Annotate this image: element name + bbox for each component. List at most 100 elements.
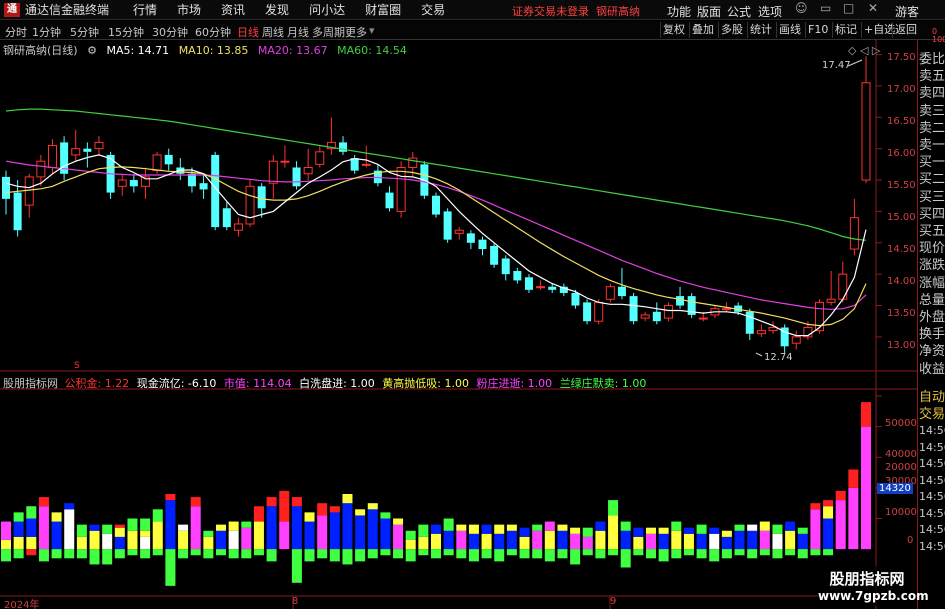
side-item[interactable]: 14:56 bbox=[919, 457, 945, 470]
indicator-bar-segment bbox=[304, 549, 315, 562]
tool-tongji[interactable]: 统计 bbox=[747, 22, 774, 38]
indicator-bar-segment bbox=[393, 518, 404, 525]
period-5min[interactable]: 5分钟 bbox=[70, 24, 99, 40]
menu-faxian[interactable]: 发现 bbox=[265, 1, 289, 18]
chart-nav-icons[interactable]: ◇ ◁ ▷ bbox=[848, 44, 880, 57]
side-item[interactable]: 买二 bbox=[919, 168, 945, 187]
price-tick: 17.50 bbox=[887, 52, 916, 63]
period-60min[interactable]: 60分钟 bbox=[195, 24, 231, 40]
side-item[interactable]: 14:56 bbox=[919, 540, 945, 553]
user-icon[interactable]: ☺ bbox=[795, 1, 808, 15]
side-item[interactable]: 卖一 bbox=[919, 134, 945, 153]
menu-wenxiaoda[interactable]: 问小达 bbox=[309, 1, 345, 18]
menu-gongshi[interactable]: 公式 bbox=[727, 3, 751, 20]
side-item[interactable]: 买五 bbox=[919, 220, 945, 239]
indicator-bar-segment bbox=[582, 527, 593, 537]
side-item[interactable]: 14:56 bbox=[919, 441, 945, 454]
side-item[interactable]: 外盘 bbox=[919, 306, 945, 325]
period-multi[interactable]: 多周期 bbox=[312, 24, 345, 40]
more-dropdown-icon[interactable]: ▾ bbox=[369, 24, 375, 37]
side-item[interactable]: 涨跌 bbox=[919, 254, 945, 273]
chart-canvas[interactable] bbox=[0, 40, 917, 609]
indicator-bar-segment bbox=[203, 536, 214, 550]
side-item[interactable]: 14:56 bbox=[919, 523, 945, 536]
period-15min[interactable]: 15分钟 bbox=[108, 24, 144, 40]
side-item[interactable]: 买四 bbox=[919, 203, 945, 222]
side-item[interactable]: 委比 bbox=[919, 48, 945, 67]
minimize-icon[interactable]: ▭ bbox=[820, 1, 831, 15]
menu-jiaoyi[interactable]: 交易 bbox=[421, 1, 445, 18]
side-item[interactable]: 卖四 bbox=[919, 82, 945, 101]
period-30min[interactable]: 30分钟 bbox=[152, 24, 188, 40]
indicator-bar-segment bbox=[253, 506, 264, 522]
side-item[interactable]: 总量 bbox=[919, 289, 945, 308]
tool-f10[interactable]: F10 bbox=[805, 22, 830, 38]
side-item[interactable]: 收益 bbox=[919, 358, 945, 377]
candle-body bbox=[466, 233, 475, 243]
trade-login-alert[interactable]: 证券交易未登录 钢研高纳 bbox=[512, 3, 640, 19]
maximize-icon[interactable]: □ bbox=[843, 1, 854, 15]
candle-body bbox=[292, 167, 301, 187]
menu-hangqing[interactable]: 行情 bbox=[133, 1, 157, 18]
side-item[interactable]: 14:56 bbox=[919, 490, 945, 503]
side-item[interactable]: 交易 bbox=[919, 403, 945, 422]
tool-biaoji[interactable]: 标记 bbox=[832, 22, 859, 38]
indicator-bar-segment bbox=[127, 549, 138, 556]
side-item[interactable]: 买一 bbox=[919, 151, 945, 170]
ma10-label: MA10: 13.85 bbox=[178, 44, 249, 57]
menu-banmian[interactable]: 版面 bbox=[697, 3, 721, 20]
side-item[interactable]: 净资 bbox=[919, 340, 945, 359]
indicator-bar-segment bbox=[734, 549, 745, 556]
indicator-bar-segment bbox=[721, 536, 732, 550]
menu-zixun[interactable]: 资讯 bbox=[221, 1, 245, 18]
indicator-bar-segment bbox=[608, 515, 619, 550]
tool-duogu[interactable]: 多股 bbox=[718, 22, 745, 38]
date-label-sep: 9 bbox=[610, 596, 617, 607]
side-item[interactable]: 现价 bbox=[919, 237, 945, 256]
indicator-bar-segment bbox=[431, 533, 441, 550]
period-more[interactable]: 更多 bbox=[345, 24, 367, 40]
side-item[interactable]: 14:56 bbox=[919, 474, 945, 487]
side-item[interactable]: 卖三 bbox=[919, 100, 945, 119]
indicator-bar-segment bbox=[102, 524, 113, 534]
side-item[interactable]: 14:56 bbox=[919, 424, 945, 437]
ma5-label: MA5: 14.71 bbox=[106, 44, 170, 57]
side-item[interactable]: 14:56 bbox=[919, 507, 945, 520]
indicator-bar-segment bbox=[38, 497, 49, 507]
side-item[interactable]: 买三 bbox=[919, 186, 945, 205]
tool-huaxian[interactable]: 画线 bbox=[776, 22, 803, 38]
tool-diejia[interactable]: 叠加 bbox=[689, 22, 716, 38]
period-daily[interactable]: 日线 bbox=[237, 24, 259, 40]
candle-body bbox=[94, 141, 104, 150]
side-item[interactable]: 换手 bbox=[919, 323, 945, 342]
period-1min[interactable]: 1分钟 bbox=[32, 24, 61, 40]
stock-name-link[interactable]: 钢研高纳 bbox=[596, 5, 640, 18]
indicator-bar-segment bbox=[709, 549, 720, 562]
low-price-label: 12.74 bbox=[764, 352, 793, 363]
period-monthly[interactable]: 月线 bbox=[287, 24, 309, 40]
tool-fuquan[interactable]: 复权 bbox=[660, 22, 687, 38]
price-tick: 15.00 bbox=[887, 212, 916, 223]
indicator-bar-segment bbox=[683, 527, 694, 534]
side-item[interactable]: 卖五 bbox=[919, 65, 945, 84]
period-fenshi[interactable]: 分时 bbox=[5, 24, 27, 40]
settings-gear-icon[interactable]: ⚙ bbox=[87, 44, 97, 57]
indicator-bar-segment bbox=[658, 549, 669, 562]
indicator-bar-segment bbox=[772, 533, 783, 550]
indicator-bar-segment bbox=[646, 527, 656, 534]
period-weekly[interactable]: 周线 bbox=[262, 24, 284, 40]
menu-xuanxiang[interactable]: 选项 bbox=[758, 3, 782, 20]
menu-caifuquan[interactable]: 财富圈 bbox=[365, 1, 401, 18]
side-item[interactable]: 涨幅 bbox=[919, 272, 945, 291]
close-icon[interactable]: ✕ bbox=[868, 1, 878, 15]
indicator-bar-segment bbox=[89, 530, 100, 550]
guest-label[interactable]: 游客 bbox=[895, 3, 919, 20]
indicator-bar-segment bbox=[772, 524, 783, 534]
menu-gongneng[interactable]: 功能 bbox=[667, 3, 691, 20]
menu-shichang[interactable]: 市场 bbox=[177, 1, 201, 18]
candle-body bbox=[791, 336, 801, 344]
indicator-bar-segment bbox=[443, 518, 454, 531]
side-item[interactable]: 卖二 bbox=[919, 117, 945, 136]
tool-back[interactable]: 返回 bbox=[892, 22, 919, 38]
volume-tick: 50000 bbox=[885, 418, 917, 429]
